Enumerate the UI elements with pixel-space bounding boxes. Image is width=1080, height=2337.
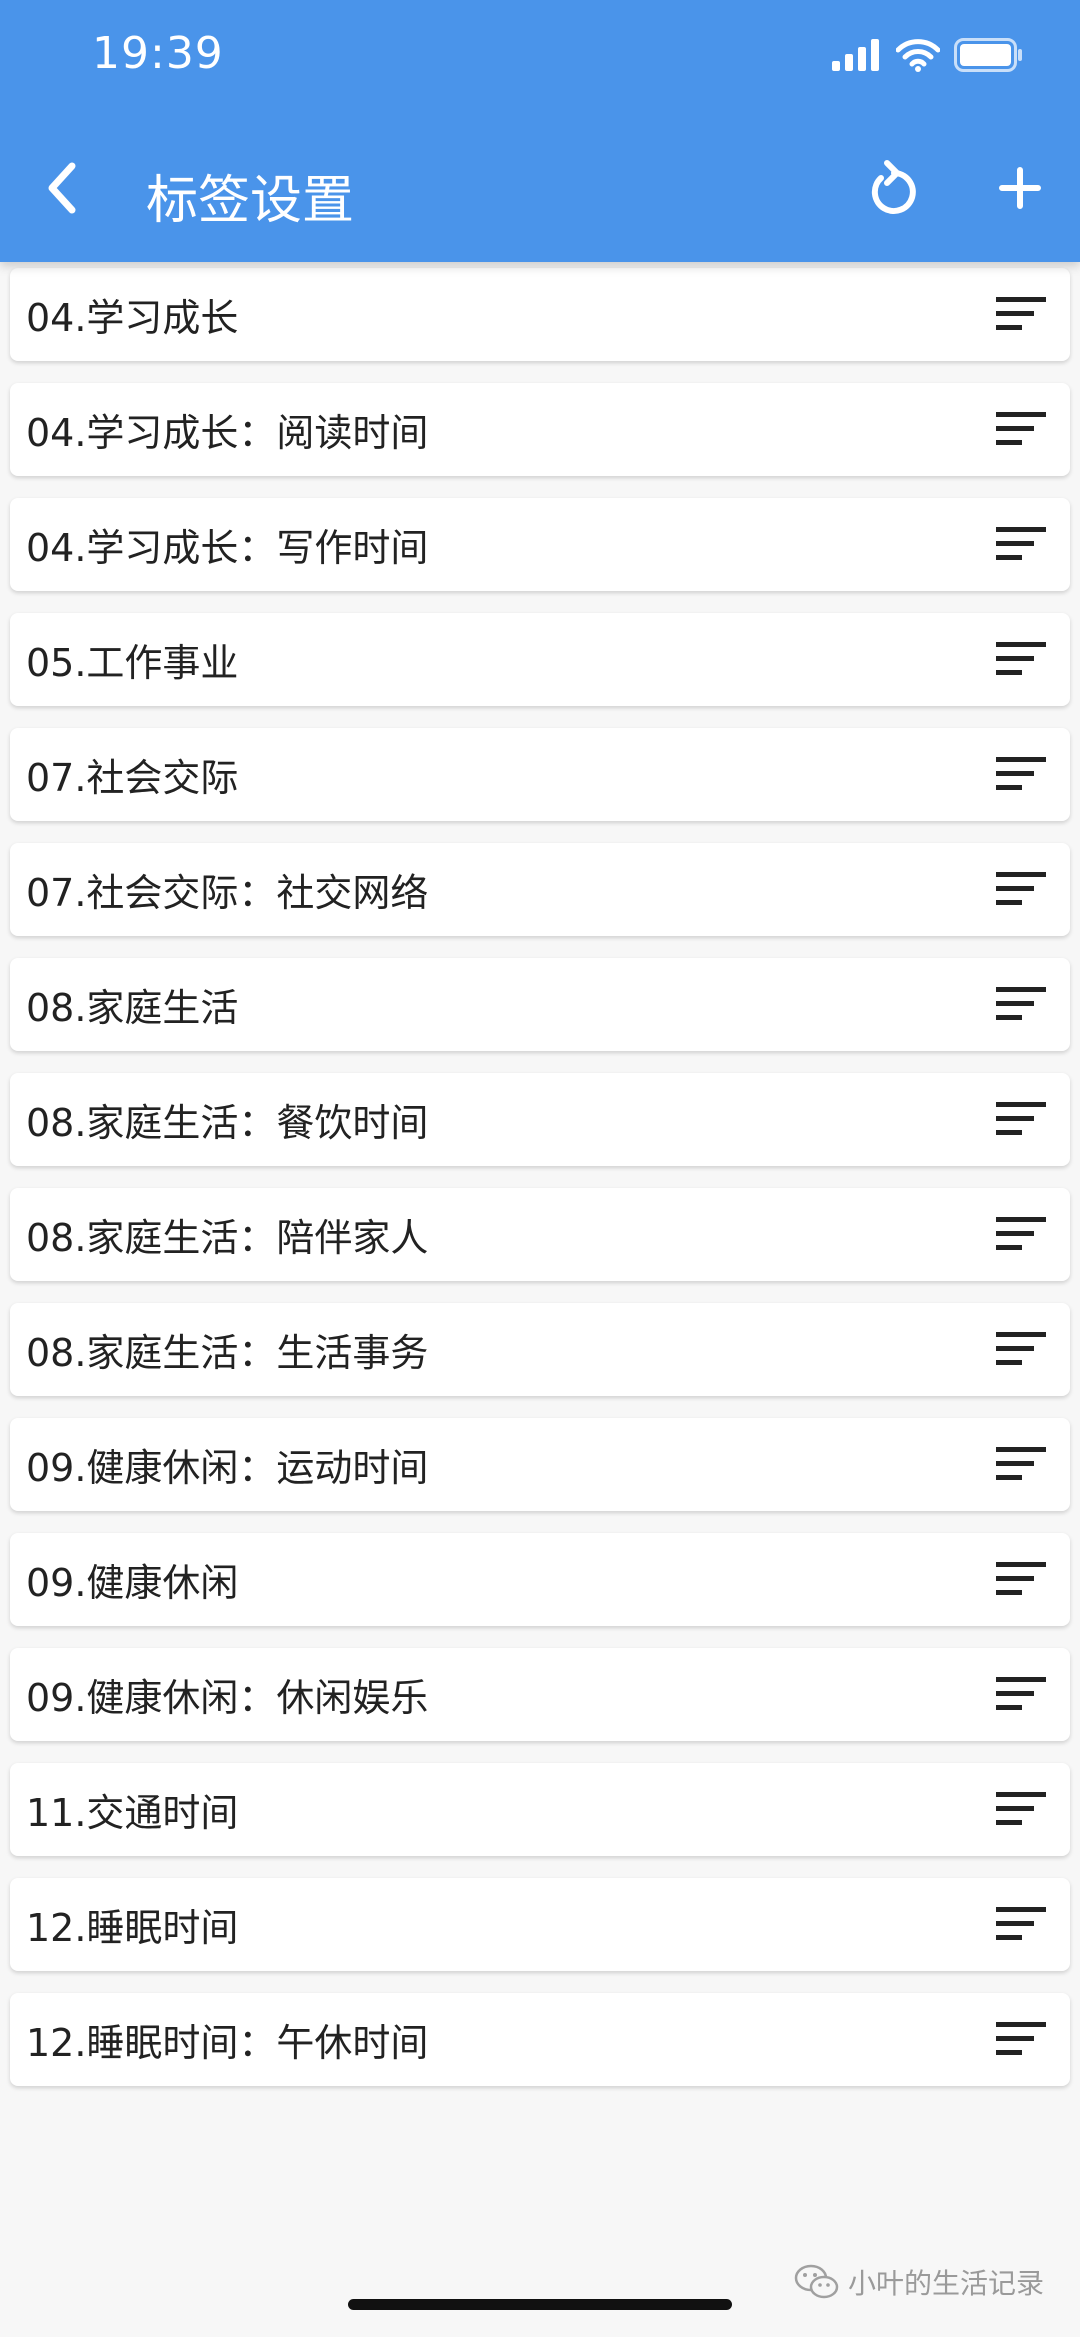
tag-list-item[interactable]: 05.工作事业	[10, 613, 1070, 706]
drag-handle-icon[interactable]	[996, 2017, 1046, 2061]
drag-handle-icon[interactable]	[996, 1327, 1046, 1371]
drag-handle-icon[interactable]	[996, 1557, 1046, 1601]
tag-list-item[interactable]: 12.睡眠时间：午休时间	[10, 1993, 1070, 2086]
status-icons	[832, 38, 1024, 72]
tag-list-item[interactable]: 04.学习成长：阅读时间	[10, 383, 1070, 476]
tag-list-item[interactable]: 08.家庭生活：餐饮时间	[10, 1073, 1070, 1166]
tag-label: 04.学习成长：阅读时间	[26, 411, 429, 455]
drag-handle-icon[interactable]	[996, 637, 1046, 681]
tag-list-item[interactable]: 11.交通时间	[10, 1763, 1070, 1856]
tag-label: 12.睡眠时间：午休时间	[26, 2021, 429, 2065]
chevron-left-icon	[48, 162, 76, 214]
tag-label: 05.工作事业	[26, 641, 239, 685]
tag-list-item[interactable]: 09.健康休闲：运动时间	[10, 1418, 1070, 1511]
tag-label: 08.家庭生活：陪伴家人	[26, 1216, 429, 1260]
back-button[interactable]	[34, 152, 90, 224]
status-time: 19:39	[92, 28, 224, 79]
drag-handle-icon[interactable]	[996, 867, 1046, 911]
tag-list-item[interactable]: 09.健康休闲：休闲娱乐	[10, 1648, 1070, 1741]
tag-label: 04.学习成长：写作时间	[26, 526, 429, 570]
wechat-icon	[794, 2264, 839, 2299]
drag-handle-icon[interactable]	[996, 407, 1046, 451]
tag-list-item[interactable]: 08.家庭生活：陪伴家人	[10, 1188, 1070, 1281]
drag-handle-icon[interactable]	[996, 1442, 1046, 1486]
drag-handle-icon[interactable]	[996, 292, 1046, 336]
signal-icon	[832, 39, 879, 71]
tag-label: 04.学习成长	[26, 296, 239, 340]
tag-list-item[interactable]: 07.社会交际：社交网络	[10, 843, 1070, 936]
tag-list-item[interactable]: 08.家庭生活	[10, 958, 1070, 1051]
tag-label: 08.家庭生活：生活事务	[26, 1331, 429, 1375]
tag-label: 11.交通时间	[26, 1791, 239, 1835]
drag-handle-icon[interactable]	[996, 1787, 1046, 1831]
tag-list-item[interactable]: 07.社会交际	[10, 728, 1070, 821]
tag-label: 08.家庭生活：餐饮时间	[26, 1101, 429, 1145]
tag-label: 09.健康休闲：运动时间	[26, 1446, 429, 1490]
watermark-text: 小叶的生活记录	[847, 2267, 1044, 2300]
home-indicator[interactable]	[348, 2299, 732, 2310]
tag-label: 07.社会交际	[26, 756, 239, 800]
drag-handle-icon[interactable]	[996, 522, 1046, 566]
tag-label: 08.家庭生活	[26, 986, 239, 1030]
tag-list-item[interactable]: 09.健康休闲	[10, 1533, 1070, 1626]
page-title: 标签设置	[146, 171, 355, 231]
watermark: 小叶的生活记录	[794, 2262, 1044, 2302]
drag-handle-icon[interactable]	[996, 752, 1046, 796]
tag-list-item[interactable]: 08.家庭生活：生活事务	[10, 1303, 1070, 1396]
refresh-icon	[871, 160, 916, 214]
tag-list-item[interactable]: 12.睡眠时间	[10, 1878, 1070, 1971]
tag-label: 09.健康休闲：休闲娱乐	[26, 1676, 429, 1720]
plus-icon	[999, 167, 1041, 209]
add-tag-button[interactable]	[988, 156, 1052, 220]
app-header: 19:39 标签设置	[0, 0, 1080, 262]
tag-list-item[interactable]: 04.学习成长：写作时间	[10, 498, 1070, 591]
drag-handle-icon[interactable]	[996, 982, 1046, 1026]
drag-handle-icon[interactable]	[996, 1097, 1046, 1141]
drag-handle-icon[interactable]	[996, 1672, 1046, 1716]
tag-label: 12.睡眠时间	[26, 1906, 239, 1950]
refresh-button[interactable]	[862, 156, 926, 220]
drag-handle-icon[interactable]	[996, 1902, 1046, 1946]
tag-label: 07.社会交际：社交网络	[26, 871, 429, 915]
tag-list-item[interactable]: 04.学习成长	[10, 268, 1070, 361]
wifi-icon	[896, 39, 940, 72]
tag-label: 09.健康休闲	[26, 1561, 239, 1605]
battery-icon	[954, 38, 1022, 72]
drag-handle-icon[interactable]	[996, 1212, 1046, 1256]
